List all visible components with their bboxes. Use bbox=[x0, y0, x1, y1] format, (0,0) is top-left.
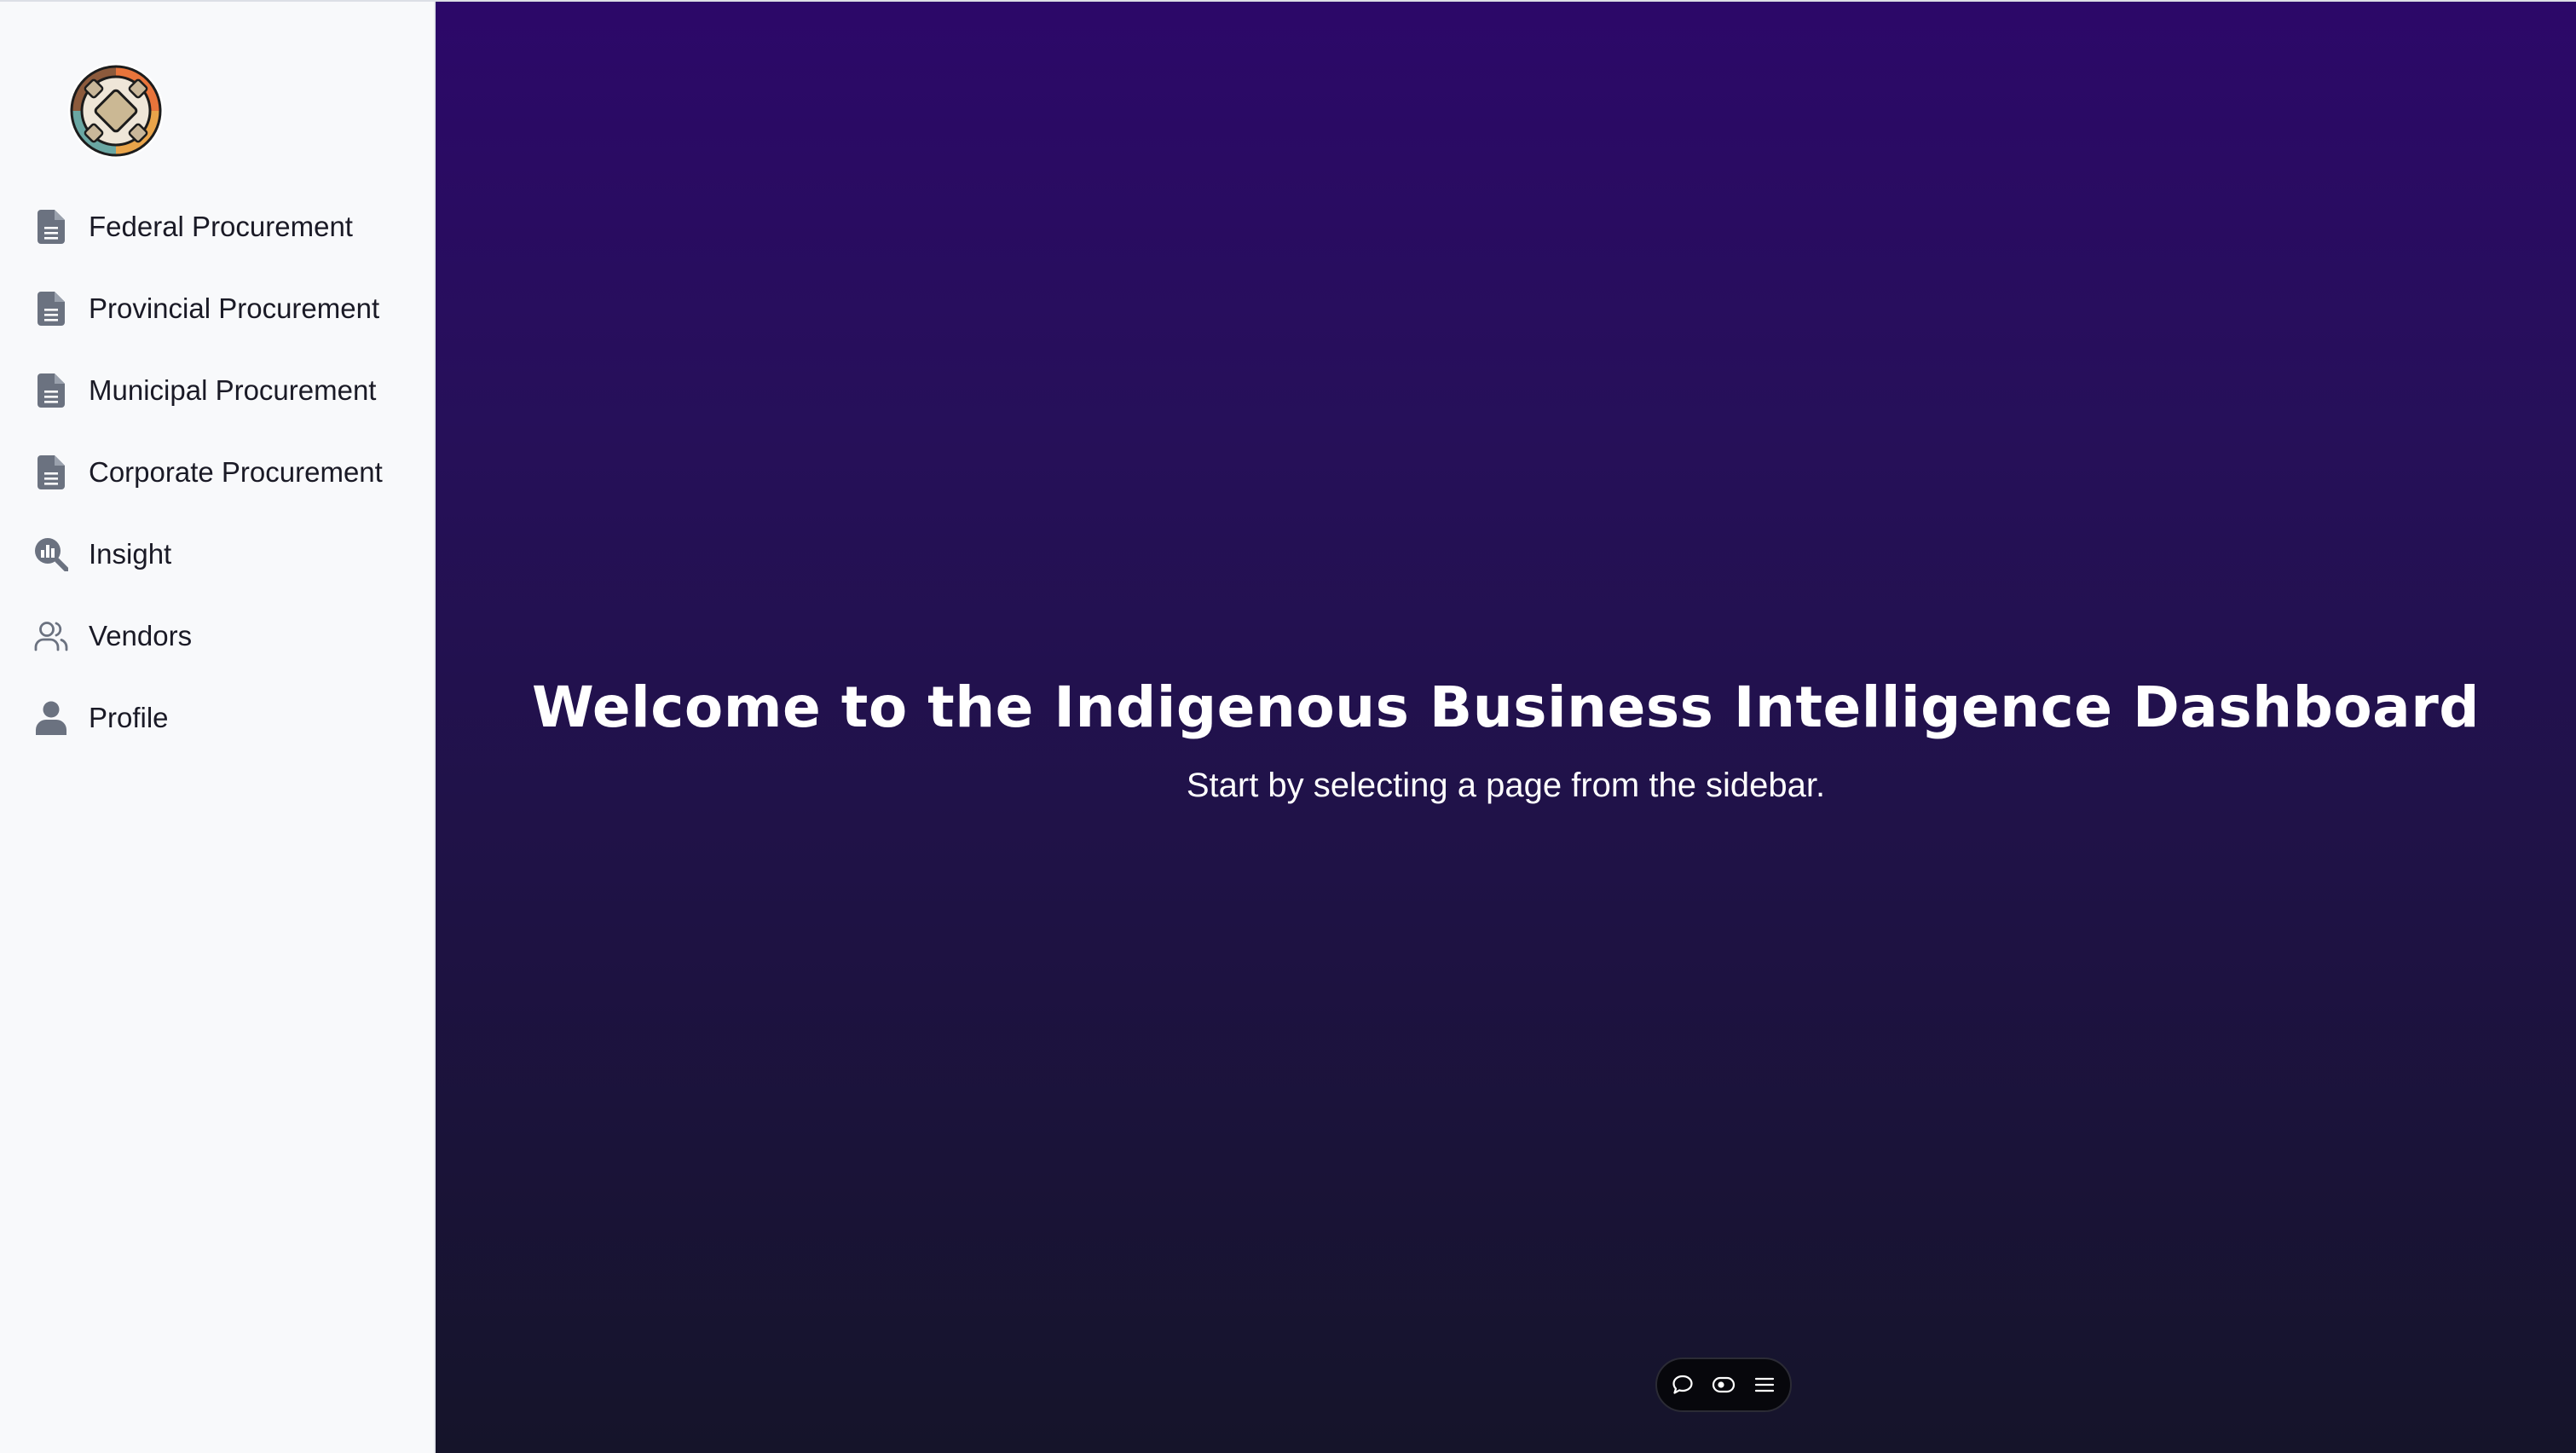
chart-search-icon bbox=[34, 537, 68, 571]
sidebar-item-label: Municipal Procurement bbox=[89, 374, 377, 406]
page-subtitle: Start by selecting a page from the sideb… bbox=[1186, 767, 1826, 804]
sidebar-item-provincial-procurement[interactable]: Provincial Procurement bbox=[0, 268, 434, 350]
menu-icon[interactable] bbox=[1752, 1372, 1777, 1398]
chat-bubble-icon[interactable] bbox=[1670, 1372, 1695, 1398]
user-icon bbox=[34, 701, 68, 735]
eye-toggle-icon[interactable] bbox=[1711, 1372, 1736, 1398]
sidebar-item-federal-procurement[interactable]: Federal Procurement bbox=[0, 186, 434, 268]
sidebar-item-label: Vendors bbox=[89, 620, 193, 651]
page-title: Welcome to the Indigenous Business Intel… bbox=[531, 674, 2481, 740]
sidebar-item-label: Federal Procurement bbox=[89, 211, 353, 242]
floating-toolbar bbox=[1655, 1357, 1792, 1412]
sidebar-item-label: Corporate Procurement bbox=[89, 456, 383, 488]
document-icon bbox=[34, 455, 68, 489]
main-content: Welcome to the Indigenous Business Intel… bbox=[436, 0, 2576, 1453]
users-icon bbox=[34, 619, 68, 653]
sidebar-item-insight[interactable]: Insight bbox=[0, 513, 434, 595]
sidebar-item-profile[interactable]: Profile bbox=[0, 677, 434, 759]
sidebar-item-label: Insight bbox=[89, 538, 172, 570]
document-icon bbox=[34, 292, 68, 326]
sidebar-item-label: Profile bbox=[89, 702, 169, 733]
sidebar-item-vendors[interactable]: Vendors bbox=[0, 595, 434, 677]
document-icon bbox=[34, 373, 68, 408]
sidebar: Federal Procurement Provincial Procureme… bbox=[0, 0, 436, 1453]
welcome-section: Welcome to the Indigenous Business Intel… bbox=[436, 669, 2576, 809]
sidebar-item-corporate-procurement[interactable]: Corporate Procurement bbox=[0, 431, 434, 513]
sidebar-item-label: Provincial Procurement bbox=[89, 292, 380, 324]
sidebar-nav: Federal Procurement Provincial Procureme… bbox=[0, 186, 434, 759]
document-icon bbox=[34, 210, 68, 244]
indigenous-logo-icon[interactable] bbox=[66, 61, 165, 160]
app-window: Federal Procurement Provincial Procureme… bbox=[0, 0, 2576, 1453]
sidebar-item-municipal-procurement[interactable]: Municipal Procurement bbox=[0, 350, 434, 431]
